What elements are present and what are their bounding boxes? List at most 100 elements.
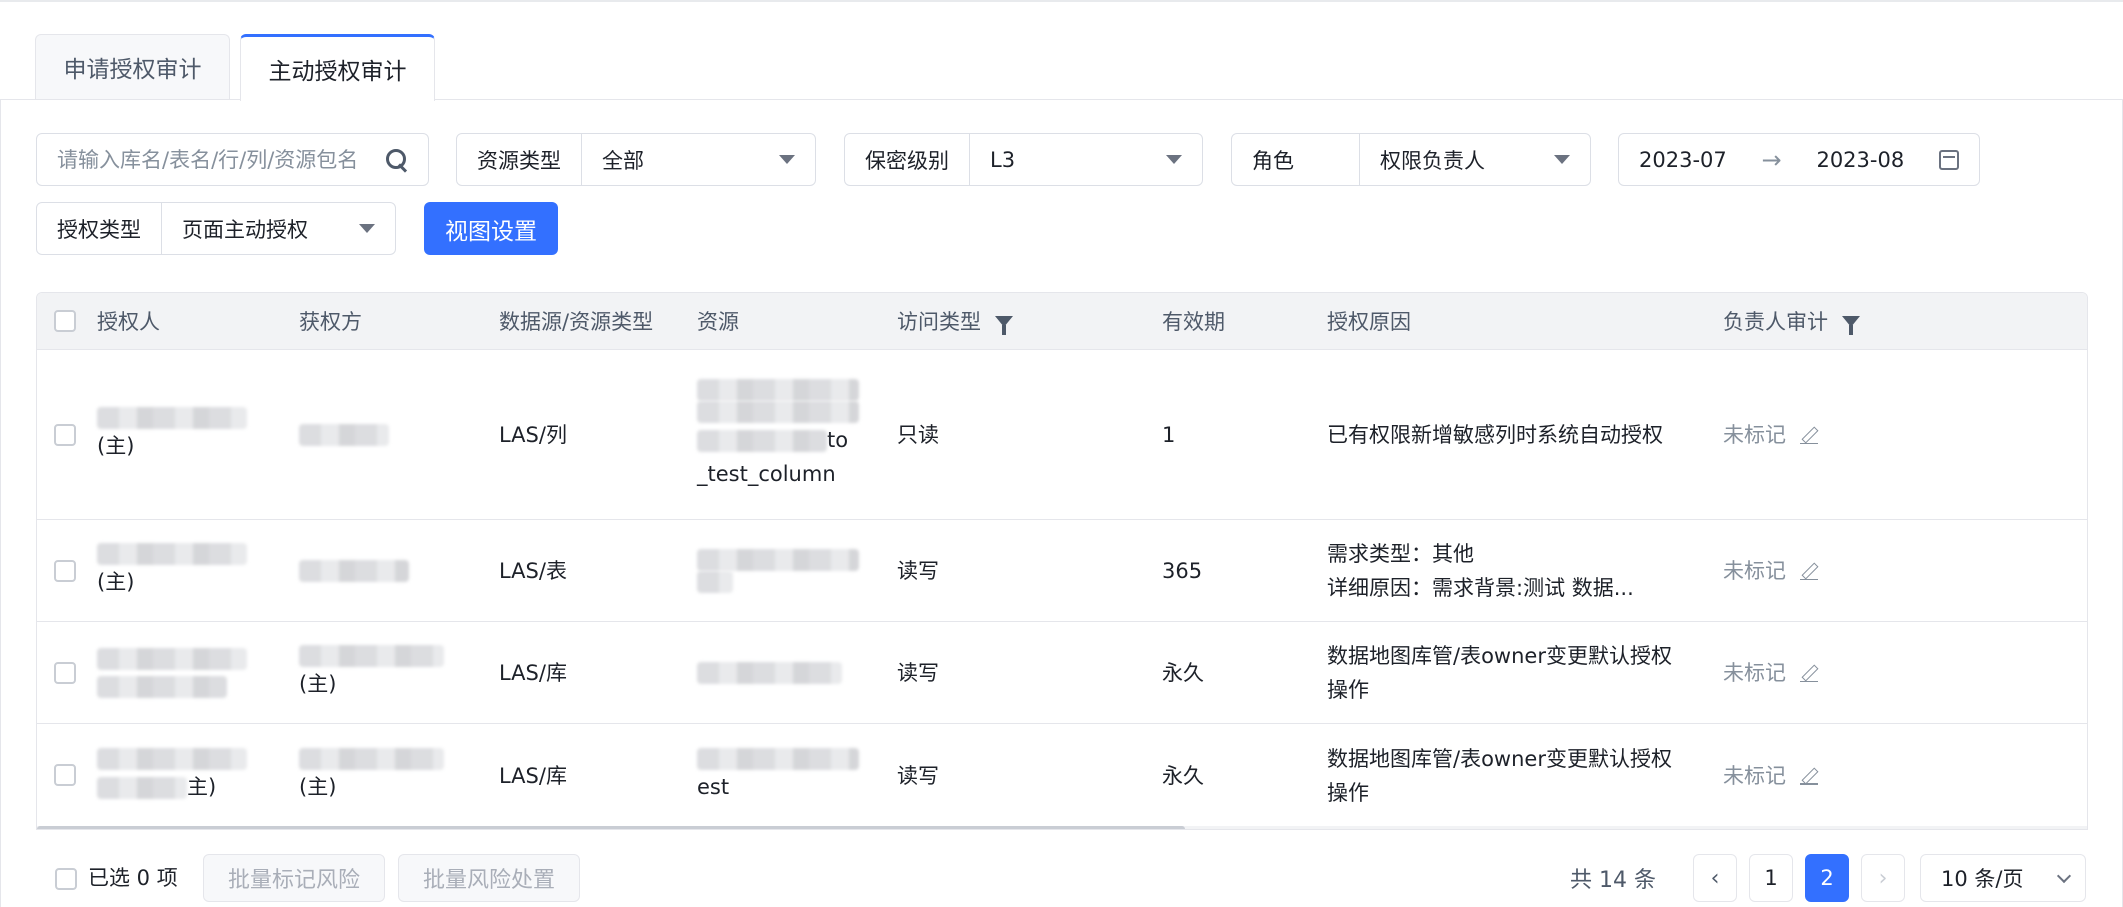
search-box[interactable] (36, 133, 429, 186)
reason-line: 详细原因：需求背景:测试 数据... (1327, 576, 1634, 600)
resource-type-value: 全部 (602, 148, 644, 173)
reason-cell: 已有权限新增敏感列时系统自动授权 (1327, 350, 1663, 520)
next-page-button[interactable]: › (1861, 854, 1905, 902)
select-all-footer-checkbox[interactable] (55, 868, 77, 890)
row-checkbox[interactable] (54, 560, 76, 582)
prev-page-button[interactable]: ‹ (1693, 854, 1737, 902)
audit-cell: 未标记 (1723, 724, 1818, 827)
arrow-right-icon: → (1761, 145, 1782, 174)
date-end[interactable]: 2023-08 (1816, 148, 1904, 172)
reason-cell: 数据地图库管/表owner变更默认授权 操作 (1327, 622, 1672, 724)
role-select[interactable]: 角色 权限负责人 (1231, 133, 1591, 186)
edit-icon[interactable] (1800, 664, 1818, 682)
table-header: 授权人 获权方 数据源/资源类型 资源 访问类型 有效期 授权原因 负责人审计 (37, 293, 2087, 349)
batch-handle-risk-button[interactable]: 批量风险处置 (398, 854, 580, 902)
date-range-picker[interactable]: 2023-07 → 2023-08 (1618, 133, 1980, 186)
filter-icon[interactable] (995, 315, 1013, 335)
auth-type-select[interactable]: 授权类型 页面主动授权 (36, 202, 396, 255)
caret-down-icon (779, 155, 795, 164)
grantee-cell: (主) (299, 622, 444, 724)
resource-type-select[interactable]: 资源类型 全部 (456, 133, 816, 186)
redacted-text (299, 424, 389, 446)
selected-count: 已选 0 项 (88, 866, 178, 890)
grantee-cell: (主) (299, 724, 444, 827)
audit-cell: 未标记 (1723, 520, 1818, 622)
col-source-type: 数据源/资源类型 (499, 310, 654, 334)
col-validity: 有效期 (1162, 310, 1225, 334)
batch-mark-risk-button[interactable]: 批量标记风险 (203, 854, 385, 902)
validity-cell: 365 (1162, 559, 1203, 583)
redacted-text (97, 407, 247, 429)
calendar-icon[interactable] (1939, 149, 1959, 170)
row-checkbox[interactable] (54, 764, 76, 786)
redacted-text (697, 549, 859, 571)
secret-level-select[interactable]: 保密级别 L3 (844, 133, 1203, 186)
role-value: 权限负责人 (1380, 148, 1485, 173)
page-size-value: 10 条/页 (1941, 867, 2024, 891)
page-2[interactable]: 2 (1805, 854, 1849, 902)
grantor-cell: 主) (97, 724, 247, 827)
total-count: 共 14 条 (1570, 868, 1656, 893)
resource-cell (697, 622, 842, 724)
table-row: (主) LAS/表 读写 365 需求类型：其他 详细原因：需求背景:测试 数据… (37, 519, 2087, 621)
resource-tail: est (697, 774, 730, 799)
validity-cell: 永久 (1162, 763, 1204, 788)
resource-cell (697, 520, 859, 622)
table-row: (主) LAS/列 to _test_column 只读 1 已有权限新增敏感列… (37, 349, 2087, 519)
edit-icon[interactable] (1800, 767, 1818, 785)
select-all-checkbox[interactable] (54, 310, 76, 332)
col-reason: 授权原因 (1327, 310, 1411, 334)
grantee-cell (299, 350, 389, 520)
redacted-text (97, 648, 247, 670)
auth-type-label: 授权类型 (37, 203, 162, 254)
grantor-cell (97, 622, 247, 724)
page-1[interactable]: 1 (1749, 854, 1793, 902)
role-label: 角色 (1232, 134, 1360, 185)
audit-status: 未标记 (1723, 763, 1786, 788)
audit-status: 未标记 (1723, 661, 1786, 685)
grantor-cell: (主) (97, 350, 247, 520)
audit-table: 授权人 获权方 数据源/资源类型 资源 访问类型 有效期 授权原因 负责人审计 … (36, 292, 2088, 830)
search-icon[interactable] (384, 147, 410, 173)
date-start[interactable]: 2023-07 (1639, 148, 1727, 172)
validity-cell: 永久 (1162, 661, 1204, 685)
audit-cell: 未标记 (1723, 350, 1818, 520)
table-row: 主) (主) LAS/库 est 读写 永久 数据地图库管/表owner变更默认… (37, 723, 2087, 826)
reason-line: 已有权限新增敏感列时系统自动授权 (1327, 423, 1663, 447)
tab-active-audit[interactable]: 主动授权审计 (240, 34, 435, 101)
secret-level-value: L3 (990, 147, 1016, 172)
search-input[interactable] (57, 147, 377, 172)
grantee-tail: (主) (299, 672, 337, 696)
edit-icon[interactable] (1800, 426, 1818, 444)
view-settings-button[interactable]: 视图设置 (424, 202, 558, 255)
reason-cell: 数据地图库管/表owner变更默认授权 操作 (1327, 724, 1672, 827)
reason-line: 需求类型：其他 (1327, 542, 1474, 566)
resource-type-label: 资源类型 (457, 134, 582, 185)
access-cell: 只读 (897, 423, 939, 447)
caret-down-icon (359, 224, 375, 233)
chevron-down-icon (2056, 868, 2072, 883)
reason-line: 数据地图库管/表owner变更默认授权 (1327, 644, 1672, 668)
grantor-cell: (主) (97, 520, 247, 622)
grantee-cell (299, 520, 409, 622)
col-resource: 资源 (697, 310, 739, 334)
tab-apply-audit[interactable]: 申请授权审计 (35, 34, 230, 99)
col-grantor: 授权人 (97, 310, 160, 334)
edit-icon[interactable] (1800, 562, 1818, 580)
top-divider (0, 0, 2123, 2)
grantor-tail: (主) (97, 570, 135, 594)
row-checkbox[interactable] (54, 662, 76, 684)
scrollbar-thumb[interactable] (37, 826, 1185, 829)
source-cell: LAS/表 (499, 559, 567, 583)
row-checkbox[interactable] (54, 424, 76, 446)
access-cell: 读写 (897, 661, 939, 685)
reason-cell: 需求类型：其他 详细原因：需求背景:测试 数据... (1327, 520, 1634, 622)
filter-icon[interactable] (1842, 315, 1860, 335)
redacted-text (697, 401, 859, 423)
redacted-text (97, 676, 227, 698)
resource-tail: to (827, 428, 849, 452)
resource-cell: est (697, 724, 859, 827)
page-size-select[interactable]: 10 条/页 (1920, 854, 2086, 902)
auth-type-value: 页面主动授权 (182, 217, 308, 242)
horizontal-scrollbar[interactable] (37, 826, 2087, 829)
